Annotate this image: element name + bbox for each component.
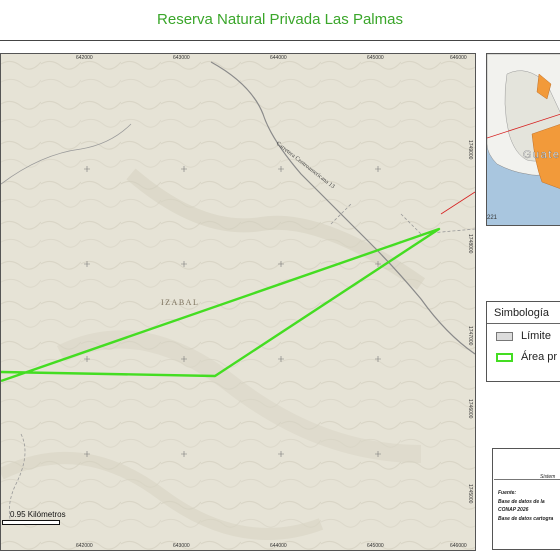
source-line: Fuente: bbox=[498, 490, 517, 496]
region-label: IZABAL bbox=[161, 298, 199, 307]
inset-canvas: Guate 221 bbox=[487, 54, 560, 221]
map-canvas: IZABAL Carretera Centroamericana 13 bbox=[1, 54, 475, 550]
y-tick-label: 1749000 bbox=[467, 140, 473, 160]
legend-divider bbox=[487, 323, 560, 324]
inset-road-number: 221 bbox=[487, 215, 498, 221]
legend-swatch-limit bbox=[496, 332, 513, 341]
terrain-background bbox=[1, 54, 475, 550]
source-line: Base de datos de la bbox=[498, 499, 545, 505]
x-tick-label: 646000 bbox=[450, 55, 467, 61]
x-tick-label: 645000 bbox=[367, 543, 384, 549]
y-tick-label: 1745000 bbox=[467, 484, 473, 504]
inset-label: Guate bbox=[523, 149, 560, 161]
legend-swatch-area bbox=[496, 353, 513, 362]
x-tick-label: 644000 bbox=[270, 55, 287, 61]
x-tick-label: 643000 bbox=[173, 55, 190, 61]
y-tick-label: 1748000 bbox=[467, 234, 473, 254]
legend-title: Simbología bbox=[494, 307, 550, 319]
source-box: Fuente: Base de datos de la CONAP 2026 B… bbox=[494, 479, 560, 549]
inset-map[interactable]: Guate 221 bbox=[486, 53, 560, 226]
source-line: CONAP 2026 bbox=[498, 507, 529, 513]
info-panel: Sistem Fuente: Base de datos de la CONAP… bbox=[492, 448, 560, 550]
y-tick-label: 1746000 bbox=[467, 399, 473, 419]
scale-label: 0.95 Kilómetros bbox=[10, 510, 66, 519]
y-tick-label: 1747000 bbox=[467, 326, 473, 346]
x-tick-label: 646000 bbox=[450, 543, 467, 549]
source-line: Base de datos cartogra bbox=[498, 516, 554, 522]
x-tick-label: 643000 bbox=[173, 543, 190, 549]
x-tick-label: 645000 bbox=[367, 55, 384, 61]
legend-panel: Simbología Límite Área pr bbox=[486, 301, 560, 382]
x-tick-label: 642000 bbox=[76, 543, 93, 549]
map-title: Reserva Natural Privada Las Palmas bbox=[157, 11, 403, 28]
x-tick-label: 644000 bbox=[270, 543, 287, 549]
x-tick-label: 642000 bbox=[76, 55, 93, 61]
scale-bar bbox=[2, 520, 60, 525]
legend-item-area: Área pr bbox=[521, 351, 558, 363]
main-map[interactable]: IZABAL Carretera Centroamericana 13 6420… bbox=[0, 53, 476, 551]
legend-item-limit: Límite bbox=[521, 330, 551, 342]
title-bar: Reserva Natural Privada Las Palmas bbox=[0, 0, 560, 41]
